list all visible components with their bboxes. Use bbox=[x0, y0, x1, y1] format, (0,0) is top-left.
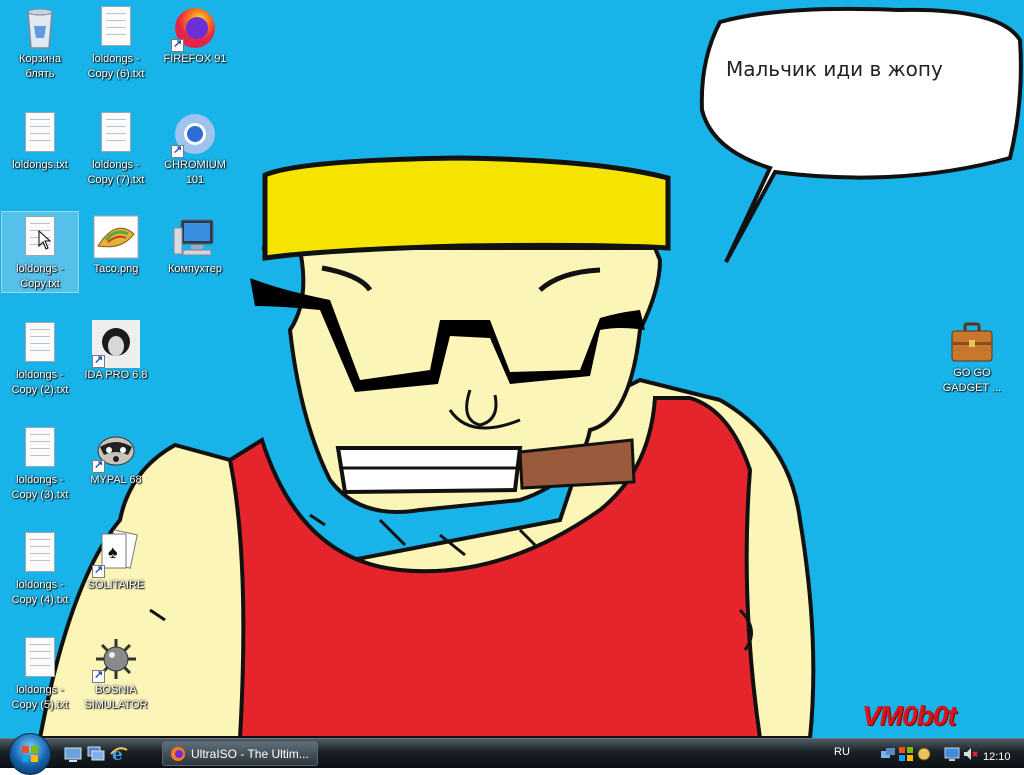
text-file-icon bbox=[25, 637, 55, 677]
shortcut-arrow-icon bbox=[92, 458, 105, 473]
mouse-cursor-icon bbox=[38, 230, 52, 250]
text-file-icon bbox=[101, 112, 131, 152]
shortcut-arrow-icon bbox=[92, 353, 105, 368]
icon-label: loldongs - Copy (3).txt bbox=[11, 474, 69, 501]
desktop: VM0b0t Корзина блять loldongs.txt loldon… bbox=[0, 0, 1024, 738]
taskbar: e UltraISO - The Ultim... RU 12:10 bbox=[0, 733, 1024, 775]
text-file-icon bbox=[25, 322, 55, 362]
playing-cards-icon: ♠ bbox=[92, 529, 140, 578]
desktop-icon-bosnia-simulator[interactable]: BOSNIA SIMULATOR bbox=[78, 633, 154, 713]
text-file-icon bbox=[25, 112, 55, 152]
icon-label: Taco.png bbox=[93, 263, 139, 275]
mine-icon bbox=[92, 635, 140, 683]
show-desktop-icon[interactable] bbox=[64, 745, 82, 763]
volume-muted-icon[interactable] bbox=[962, 746, 978, 762]
icon-label: SOLITAIRE bbox=[87, 579, 145, 591]
desktop-icon-loldongs-copy-6[interactable]: loldongs - Copy (6).txt bbox=[78, 2, 154, 82]
shortcut-arrow-icon bbox=[92, 668, 105, 683]
icon-label: CHROMIUM 101 bbox=[164, 159, 226, 186]
taskbar-button-ultraiso[interactable]: UltraISO - The Ultim... bbox=[162, 741, 318, 766]
desktop-icon-chromium[interactable]: CHROMIUM 101 bbox=[157, 108, 233, 188]
speech-bubble-text: Мальчик иди в жопу bbox=[726, 57, 943, 81]
taco-image-icon bbox=[92, 214, 140, 262]
recycle-bin[interactable]: Корзина блять bbox=[2, 2, 78, 82]
icon-label: GO GO GADGET ... bbox=[942, 367, 1002, 394]
icon-label: loldongs - Copy.txt bbox=[16, 263, 64, 290]
security-center-icon[interactable] bbox=[898, 746, 914, 762]
icon-label: loldongs - Copy (7).txt bbox=[87, 159, 145, 186]
shortcut-arrow-icon bbox=[171, 143, 184, 158]
desktop-icon-computer[interactable]: Компухтер bbox=[157, 212, 233, 277]
wallpaper-signature: VM0b0t bbox=[862, 700, 957, 731]
switch-windows-icon[interactable] bbox=[87, 745, 105, 763]
shortcut-arrow-icon bbox=[171, 37, 184, 52]
system-tray: 12:10 bbox=[876, 743, 1024, 765]
network-icon[interactable] bbox=[880, 746, 896, 762]
desktop-icon-loldongs-copy-2[interactable]: loldongs - Copy (2).txt bbox=[2, 318, 78, 398]
text-file-icon bbox=[101, 6, 131, 46]
icon-label: IDA PRO 6.8 bbox=[84, 369, 148, 381]
icon-label: loldongs - Copy (6).txt bbox=[87, 53, 145, 80]
desktop-icon-gadgets[interactable]: GO GO GADGET ... bbox=[934, 316, 1010, 396]
firefox-icon bbox=[171, 747, 185, 761]
chromium-icon bbox=[171, 110, 219, 158]
language-indicator[interactable]: RU bbox=[834, 746, 850, 758]
ida-pro-portrait-icon bbox=[92, 320, 140, 368]
desktop-icon-loldongs-copy-4[interactable]: loldongs - Copy (4).txt bbox=[2, 528, 78, 608]
desktop-icon-mypal[interactable]: MYPAL 68 bbox=[78, 423, 154, 488]
desktop-icon-solitaire[interactable]: ♠ SOLITAIRE bbox=[78, 528, 154, 593]
display-icon[interactable] bbox=[944, 746, 960, 762]
internet-explorer-icon[interactable]: e bbox=[110, 745, 128, 763]
text-file-icon bbox=[25, 427, 55, 467]
desktop-icon-firefox[interactable]: FIREFOX 91 bbox=[157, 2, 233, 67]
icon-label: loldongs - Copy (5).txt bbox=[11, 684, 69, 711]
icon-label: loldongs - Copy (2).txt bbox=[11, 369, 69, 396]
computer-icon bbox=[171, 214, 219, 262]
raccoon-icon bbox=[92, 425, 140, 473]
icon-label: loldongs - Copy (4).txt bbox=[11, 579, 69, 606]
icon-label: loldongs.txt bbox=[12, 159, 68, 171]
icon-label: FIREFOX 91 bbox=[163, 53, 227, 65]
desktop-icon-loldongs[interactable]: loldongs.txt bbox=[2, 108, 78, 173]
shortcut-arrow-icon bbox=[92, 563, 105, 578]
taskbar-button-label: UltraISO - The Ultim... bbox=[191, 747, 309, 761]
desktop-icon-ida-pro[interactable]: IDA PRO 6.8 bbox=[78, 318, 154, 383]
windows-orb-icon bbox=[22, 746, 38, 762]
icon-label: Компухтер bbox=[167, 263, 223, 275]
firefox-icon bbox=[171, 4, 219, 52]
start-button[interactable] bbox=[9, 733, 51, 775]
desktop-icon-loldongs-copy-5[interactable]: loldongs - Copy (5).txt bbox=[2, 633, 78, 713]
gadgets-tray-icon[interactable] bbox=[916, 746, 932, 762]
desktop-icon-loldongs-copy-7[interactable]: loldongs - Copy (7).txt bbox=[78, 108, 154, 188]
desktop-icon-taco[interactable]: Taco.png bbox=[78, 212, 154, 277]
desktop-icon-loldongs-copy[interactable]: loldongs - Copy.txt bbox=[1, 211, 79, 293]
svg-text:♠: ♠ bbox=[108, 542, 118, 562]
desktop-icon-loldongs-copy-3[interactable]: loldongs - Copy (3).txt bbox=[2, 423, 78, 503]
clock[interactable]: 12:10 bbox=[983, 751, 1011, 763]
icon-label: BOSNIA SIMULATOR bbox=[84, 684, 148, 711]
text-file-icon bbox=[25, 532, 55, 572]
icon-label: MYPAL 68 bbox=[90, 474, 142, 486]
recycle-bin-icon bbox=[16, 4, 64, 52]
recycle-bin-label: Корзина блять bbox=[19, 53, 61, 80]
briefcase-icon bbox=[948, 318, 996, 366]
